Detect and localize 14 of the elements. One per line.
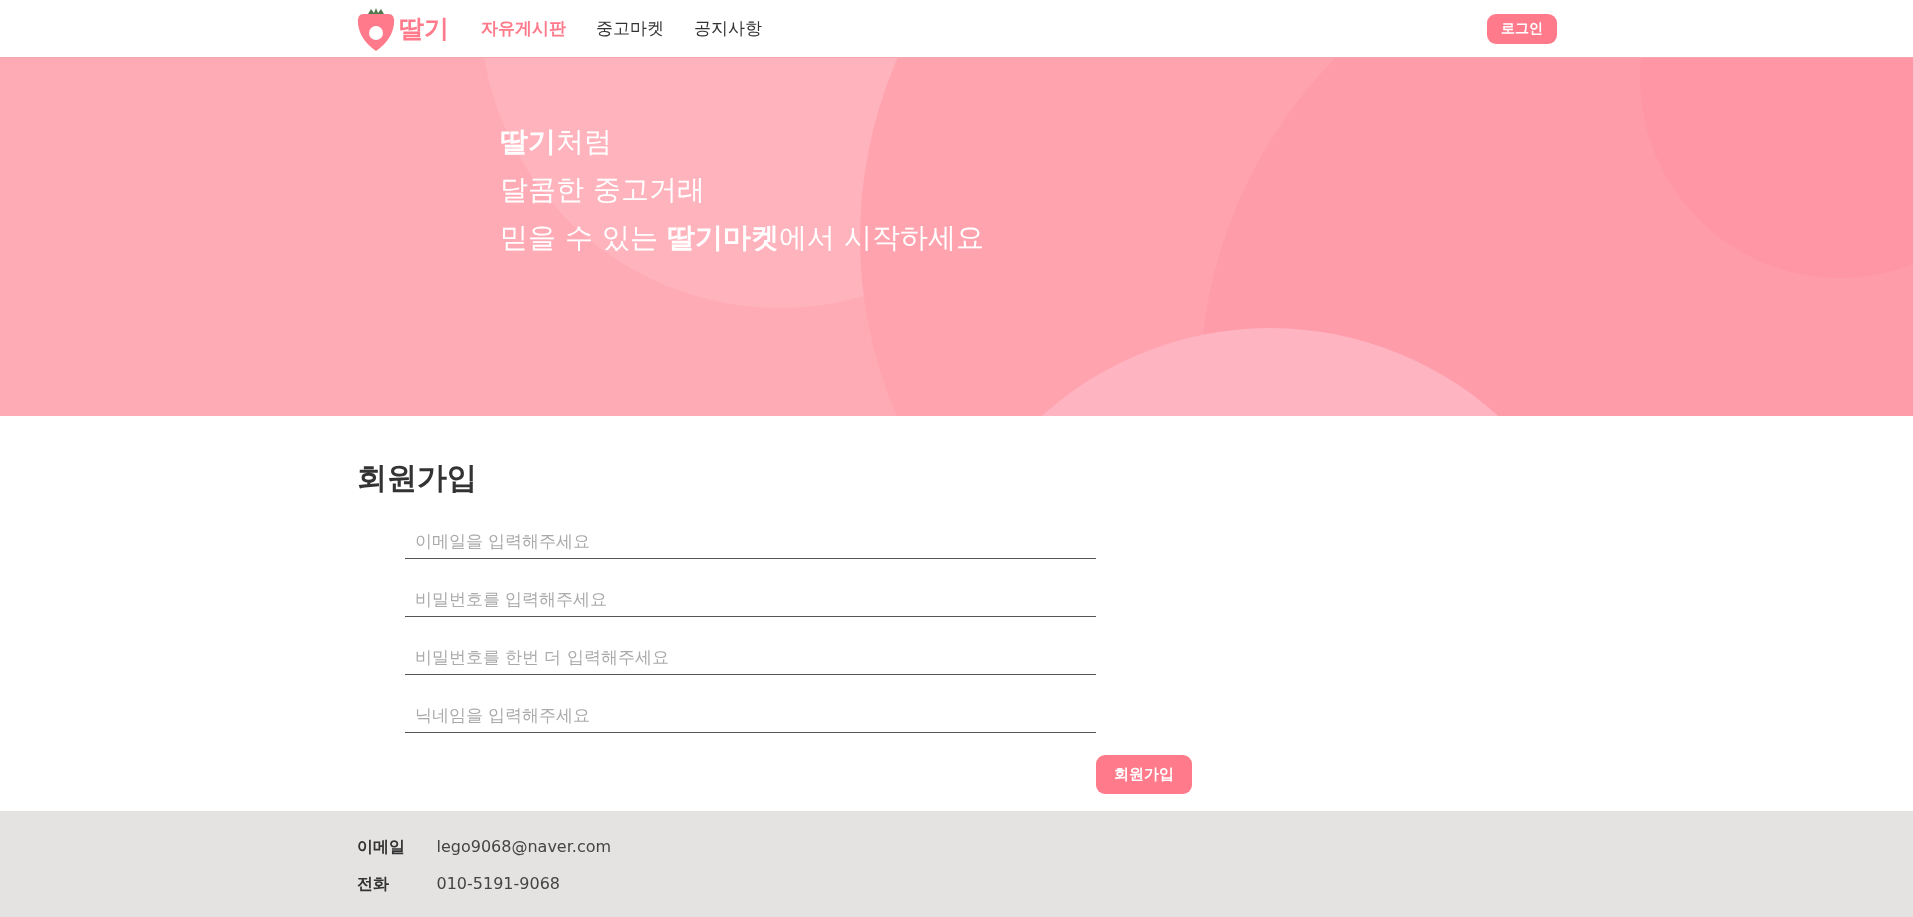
footer-label: 이메일 <box>356 837 406 858</box>
page-title: 회원가입 <box>356 459 477 497</box>
footer-value: lego9068@naver.com <box>436 837 612 858</box>
nav-link[interactable]: 공지사항 <box>693 17 762 40</box>
login-button[interactable]: 로그인 <box>1486 13 1557 44</box>
hero-text: 달콤한 중고거래 <box>500 172 705 208</box>
nav-link[interactable]: 중고마켓 <box>595 17 664 40</box>
hero-text: 믿을 수 있는 딸기마켓에서 시작하세요 <box>500 220 984 256</box>
signup-button[interactable]: 회원가입 <box>1095 755 1192 794</box>
hero-text: 딸기처럼 <box>500 124 612 160</box>
footer-value: 010-5191-9068 <box>436 874 562 895</box>
footer-label: 전화 <box>356 874 390 895</box>
nav-link[interactable]: 자유게시판 <box>480 17 566 40</box>
logo-text[interactable]: 딸기 <box>398 12 449 45</box>
